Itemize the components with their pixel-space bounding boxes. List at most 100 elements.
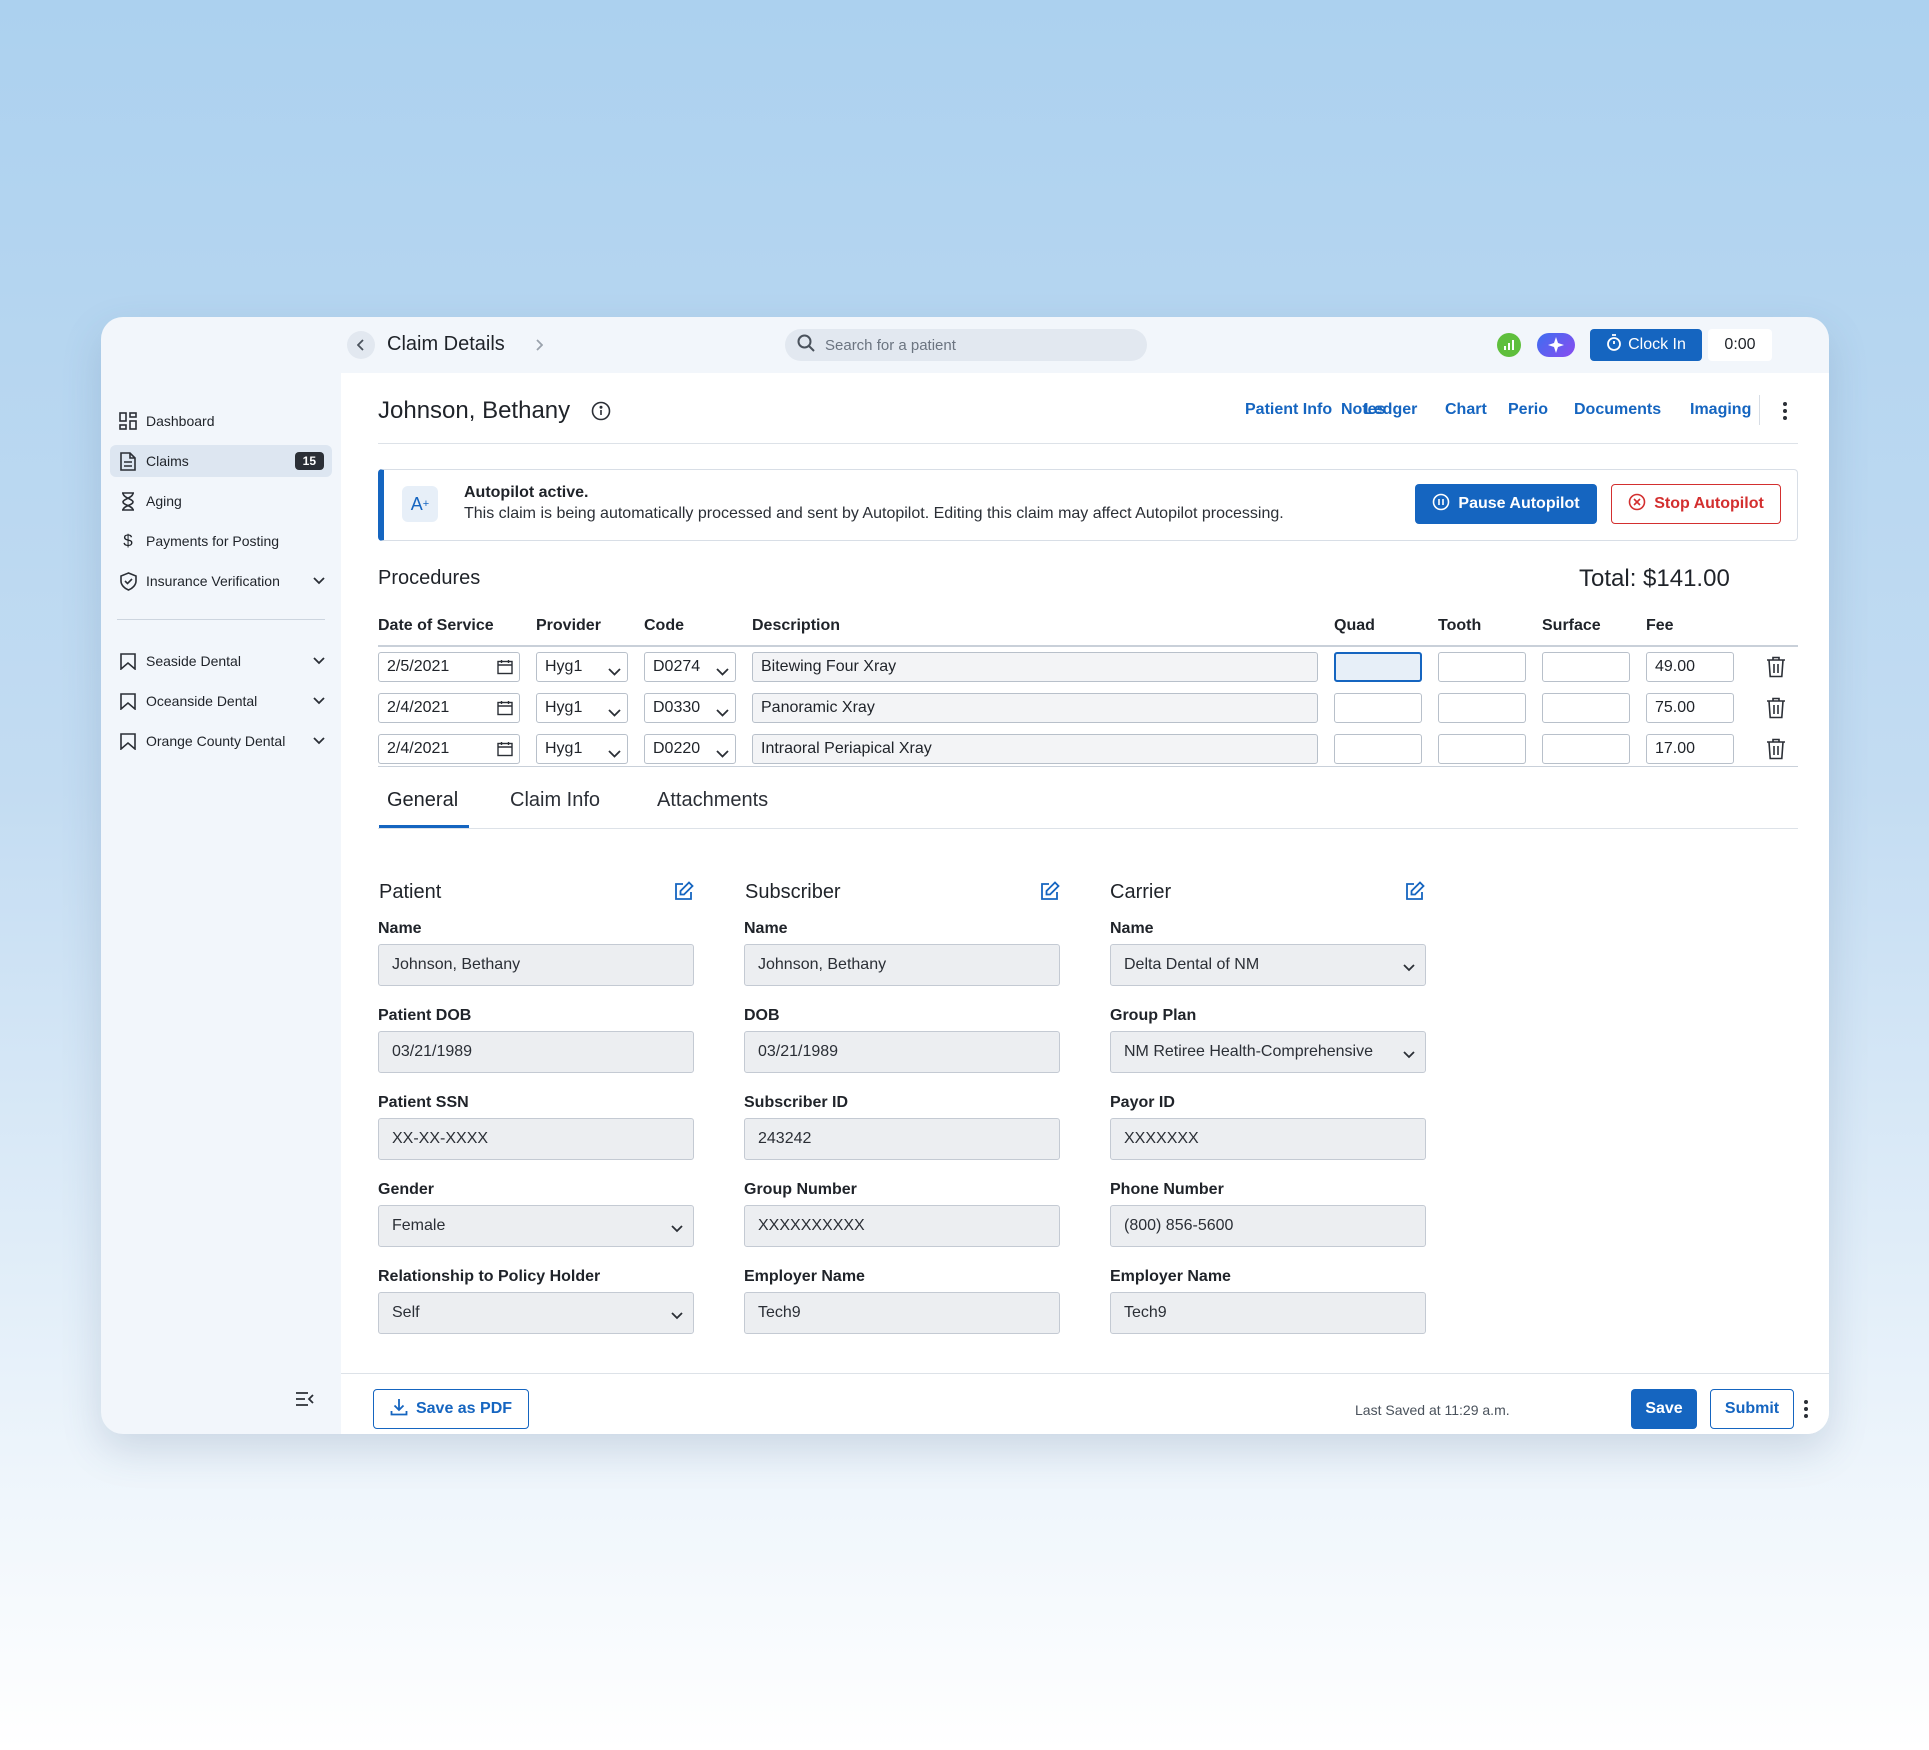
gender-select[interactable]: Female (378, 1205, 694, 1247)
banner-message: This claim is being automatically proces… (464, 505, 1284, 522)
chevron-down-icon (716, 745, 729, 763)
group-plan-value: NM Retiree Health-Comprehensive (1124, 1043, 1373, 1060)
ai-sparkle-icon[interactable] (1537, 333, 1575, 357)
sidebar-office-oceanside[interactable]: Oceanside Dental (110, 685, 332, 717)
sidebar-item-label: Oceanside Dental (146, 693, 258, 709)
top-bar: Claim Details Clock In 0:00 (341, 317, 1829, 373)
subscriber-name-field[interactable]: Johnson, Bethany (744, 944, 1060, 986)
info-icon[interactable] (591, 401, 611, 426)
code-select[interactable]: D0220 (644, 734, 736, 764)
provider-select[interactable]: Hyg1 (536, 652, 628, 682)
sidebar-item-label: Dashboard (146, 413, 215, 429)
link-patient-info[interactable]: Patient Info (1245, 401, 1332, 419)
link-documents[interactable]: Documents (1574, 401, 1661, 419)
patient-dob-field[interactable]: 03/21/1989 (378, 1031, 694, 1073)
description-field[interactable]: Panoramic Xray (752, 693, 1318, 723)
save-button[interactable]: Save (1631, 1389, 1697, 1429)
chevron-down-icon[interactable] (306, 577, 332, 585)
sidebar-office-seaside[interactable]: Seaside Dental (110, 645, 332, 677)
patient-ssn-field[interactable]: XX-XX-XXXX (378, 1118, 694, 1160)
group-number-field[interactable]: XXXXXXXXXX (744, 1205, 1060, 1247)
tab-attachments[interactable]: Attachments (657, 789, 768, 812)
patient-section-title: Patient (379, 881, 442, 903)
fee-input[interactable]: 17.00 (1646, 734, 1734, 764)
collapse-sidebar-icon[interactable] (293, 1387, 317, 1411)
provider-select[interactable]: Hyg1 (536, 693, 628, 723)
sidebar-item-aging[interactable]: Aging (110, 485, 332, 517)
code-select[interactable]: D0274 (644, 652, 736, 682)
quad-input[interactable] (1334, 734, 1422, 764)
fee-input[interactable]: 49.00 (1646, 652, 1734, 682)
submit-button[interactable]: Submit (1710, 1389, 1794, 1429)
link-imaging[interactable]: Imaging (1690, 401, 1751, 419)
carrier-name-value: Delta Dental of NM (1124, 956, 1260, 973)
tab-claim-info[interactable]: Claim Info (510, 789, 600, 812)
date-value: 2/4/2021 (387, 699, 450, 716)
sidebar-item-payments[interactable]: $ Payments for Posting (110, 525, 332, 557)
carrier-name-select[interactable]: Delta Dental of NM (1110, 944, 1426, 986)
table-row: 2/4/2021 Hyg1 D0330 Panoramic Xray 75.00 (341, 693, 1829, 725)
date-of-service-input[interactable]: 2/5/2021 (378, 652, 520, 682)
save-as-pdf-button[interactable]: Save as PDF (373, 1389, 529, 1429)
calendar-icon[interactable] (497, 659, 513, 680)
chevron-down-icon[interactable] (306, 657, 332, 665)
field-label: Phone Number (1110, 1181, 1224, 1198)
chevron-down-icon[interactable] (306, 697, 332, 705)
carrier-employer-field[interactable]: Tech9 (1110, 1292, 1426, 1334)
sidebar-item-insurance-verification[interactable]: Insurance Verification (110, 565, 332, 597)
calendar-icon[interactable] (497, 741, 513, 762)
edit-carrier-icon[interactable] (1405, 881, 1425, 906)
procedures-title: Procedures (378, 567, 481, 589)
date-of-service-input[interactable]: 2/4/2021 (378, 693, 520, 723)
sidebar-office-orange-county[interactable]: Orange County Dental (110, 725, 332, 757)
link-chart[interactable]: Chart (1445, 401, 1487, 419)
surface-input[interactable] (1542, 734, 1630, 764)
pause-autopilot-button[interactable]: Pause Autopilot (1415, 484, 1597, 524)
field-label: Payor ID (1110, 1094, 1175, 1111)
document-icon (118, 451, 138, 471)
tooth-input[interactable] (1438, 652, 1526, 682)
back-arrow-icon[interactable] (347, 331, 375, 359)
forward-arrow-icon[interactable] (525, 331, 553, 359)
clock-in-button[interactable]: Clock In (1590, 329, 1702, 361)
tab-general[interactable]: General (387, 789, 458, 812)
description-field[interactable]: Bitewing Four Xray (752, 652, 1318, 682)
quad-input[interactable] (1334, 652, 1422, 682)
subscriber-employer-field[interactable]: Tech9 (744, 1292, 1060, 1334)
field-label: Relationship to Policy Holder (378, 1268, 601, 1285)
surface-input[interactable] (1542, 693, 1630, 723)
provider-select[interactable]: Hyg1 (536, 734, 628, 764)
trash-icon[interactable] (1766, 738, 1786, 765)
analytics-icon[interactable] (1497, 333, 1521, 357)
edit-subscriber-icon[interactable] (1040, 881, 1060, 906)
sidebar-item-claims[interactable]: Claims 15 (110, 445, 332, 477)
subscriber-dob-field[interactable]: 03/21/1989 (744, 1031, 1060, 1073)
tooth-input[interactable] (1438, 734, 1526, 764)
payor-id-field[interactable]: XXXXXXX (1110, 1118, 1426, 1160)
phone-number-field[interactable]: (800) 856-5600 (1110, 1205, 1426, 1247)
fee-input[interactable]: 75.00 (1646, 693, 1734, 723)
chevron-down-icon[interactable] (306, 737, 332, 745)
date-of-service-input[interactable]: 2/4/2021 (378, 734, 520, 764)
subscriber-id-field[interactable]: 243242 (744, 1118, 1060, 1160)
link-perio[interactable]: Perio (1508, 401, 1548, 419)
edit-patient-icon[interactable] (674, 881, 694, 906)
relationship-select[interactable]: Self (378, 1292, 694, 1334)
patient-name-field[interactable]: Johnson, Bethany (378, 944, 694, 986)
search-input[interactable] (825, 336, 1125, 354)
link-notes[interactable]: Notes (1341, 401, 1385, 419)
footer-more-options-icon[interactable] (1796, 1397, 1816, 1421)
code-select[interactable]: D0330 (644, 693, 736, 723)
quad-input[interactable] (1334, 693, 1422, 723)
stop-autopilot-button[interactable]: Stop Autopilot (1611, 484, 1781, 524)
more-options-icon[interactable] (1775, 399, 1795, 423)
description-field[interactable]: Intraoral Periapical Xray (752, 734, 1318, 764)
tooth-input[interactable] (1438, 693, 1526, 723)
trash-icon[interactable] (1766, 697, 1786, 724)
pause-autopilot-label: Pause Autopilot (1458, 495, 1580, 512)
trash-icon[interactable] (1766, 656, 1786, 683)
sidebar-item-dashboard[interactable]: Dashboard (110, 405, 332, 437)
calendar-icon[interactable] (497, 700, 513, 721)
surface-input[interactable] (1542, 652, 1630, 682)
group-plan-select[interactable]: NM Retiree Health-Comprehensive (1110, 1031, 1426, 1073)
